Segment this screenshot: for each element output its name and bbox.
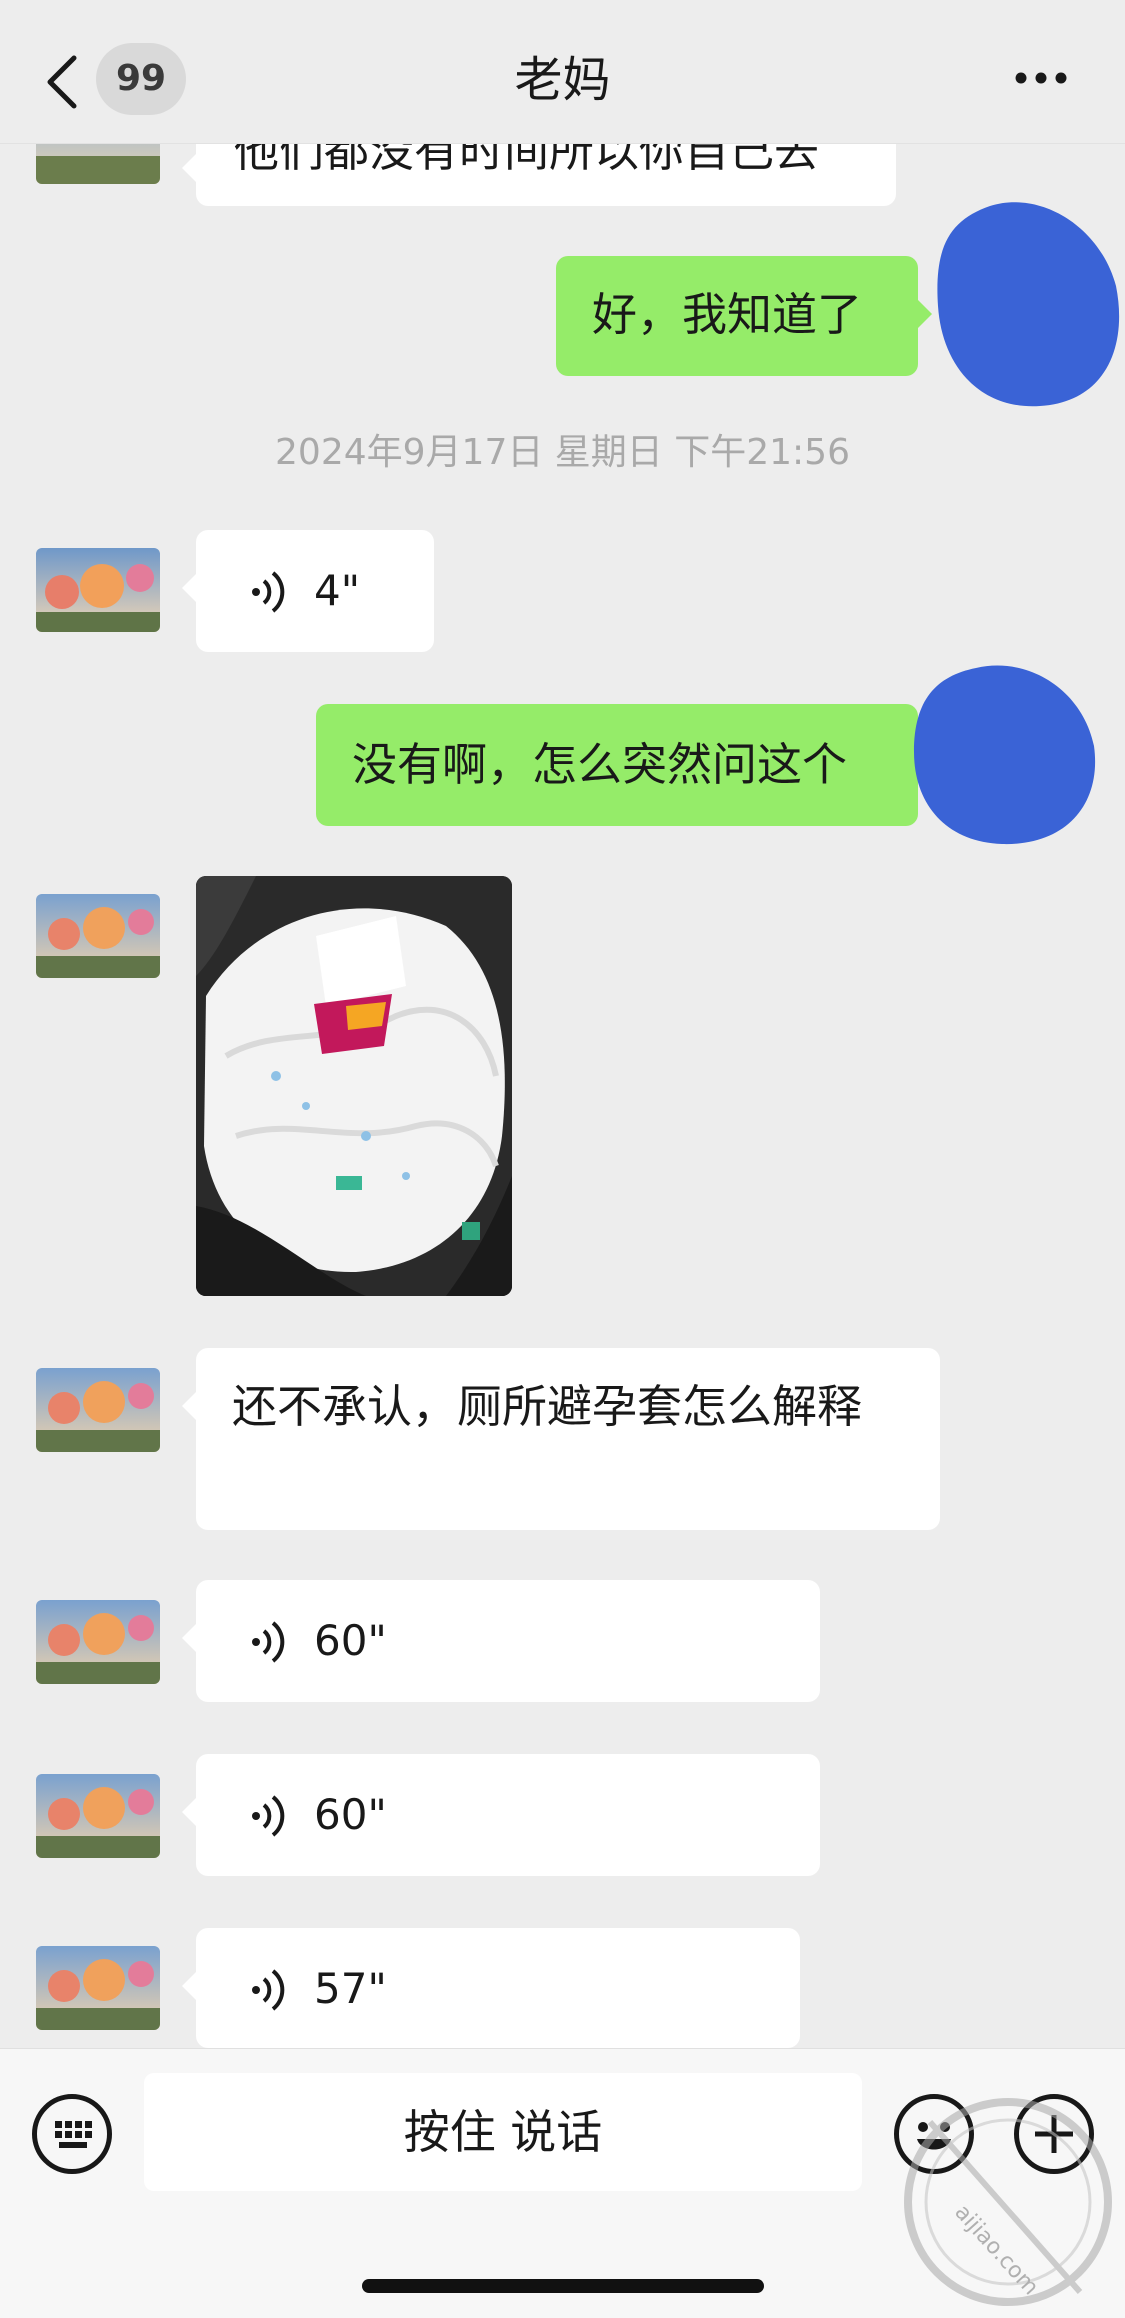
message-bubble-received[interactable]: 还不承认，厕所避孕套怎么解释: [182, 1348, 940, 1530]
voice-duration: 60": [314, 1616, 387, 1665]
message-text: 还不承认，厕所避孕套怎么解释: [232, 1380, 863, 1433]
voice-duration: 4": [314, 566, 361, 615]
trash-bin-photo: [196, 876, 512, 1296]
contact-avatar[interactable]: [36, 548, 160, 632]
voice-icon: [252, 1795, 285, 1837]
voice-icon: [252, 1969, 285, 2011]
voice-duration: 60": [314, 1790, 387, 1839]
home-indicator: [362, 2279, 764, 2293]
message-timestamp: 2024年9月17日 星期日 下午21:56: [275, 432, 850, 473]
chat-screen: 他们都没有时间所以你自己去 好，我知道了 2024年9月17日 星期日 下午21…: [0, 0, 1125, 2318]
voice-message-bubble[interactable]: 4": [182, 530, 434, 652]
message-bubble-sent[interactable]: 好，我知道了: [556, 256, 932, 376]
contact-avatar[interactable]: [36, 894, 160, 978]
message-text: 没有啊，怎么突然问这个: [352, 738, 848, 791]
voice-message-bubble[interactable]: 60": [182, 1580, 820, 1702]
contact-avatar[interactable]: [36, 1368, 160, 1452]
chat-header: 99 老妈: [0, 0, 1125, 144]
watermark-logo: [904, 2098, 1112, 2306]
voice-icon: [252, 1621, 285, 1663]
voice-icon: [252, 571, 285, 613]
message-text: 好，我知道了: [592, 288, 863, 341]
hold-to-talk-button[interactable]: 按住 说话: [144, 2073, 862, 2191]
contact-avatar[interactable]: [36, 1774, 160, 1858]
voice-message-bubble[interactable]: 57": [182, 1928, 800, 2048]
redaction-scribble: [937, 202, 1120, 407]
redaction-scribble: [914, 665, 1096, 845]
message-bubble-sent[interactable]: 没有啊，怎么突然问这个: [316, 704, 932, 826]
page-title: 老妈: [514, 52, 611, 108]
contact-avatar[interactable]: [36, 1946, 160, 2030]
keyboard-icon[interactable]: [32, 2094, 112, 2174]
more-icon[interactable]: [1013, 62, 1069, 94]
photo-message[interactable]: [196, 876, 512, 1296]
voice-message-bubble[interactable]: 60": [182, 1754, 820, 1876]
voice-duration: 57": [314, 1964, 387, 2013]
contact-avatar[interactable]: [36, 1600, 160, 1684]
message-list[interactable]: 他们都没有时间所以你自己去 好，我知道了 2024年9月17日 星期日 下午21…: [0, 0, 1125, 2048]
